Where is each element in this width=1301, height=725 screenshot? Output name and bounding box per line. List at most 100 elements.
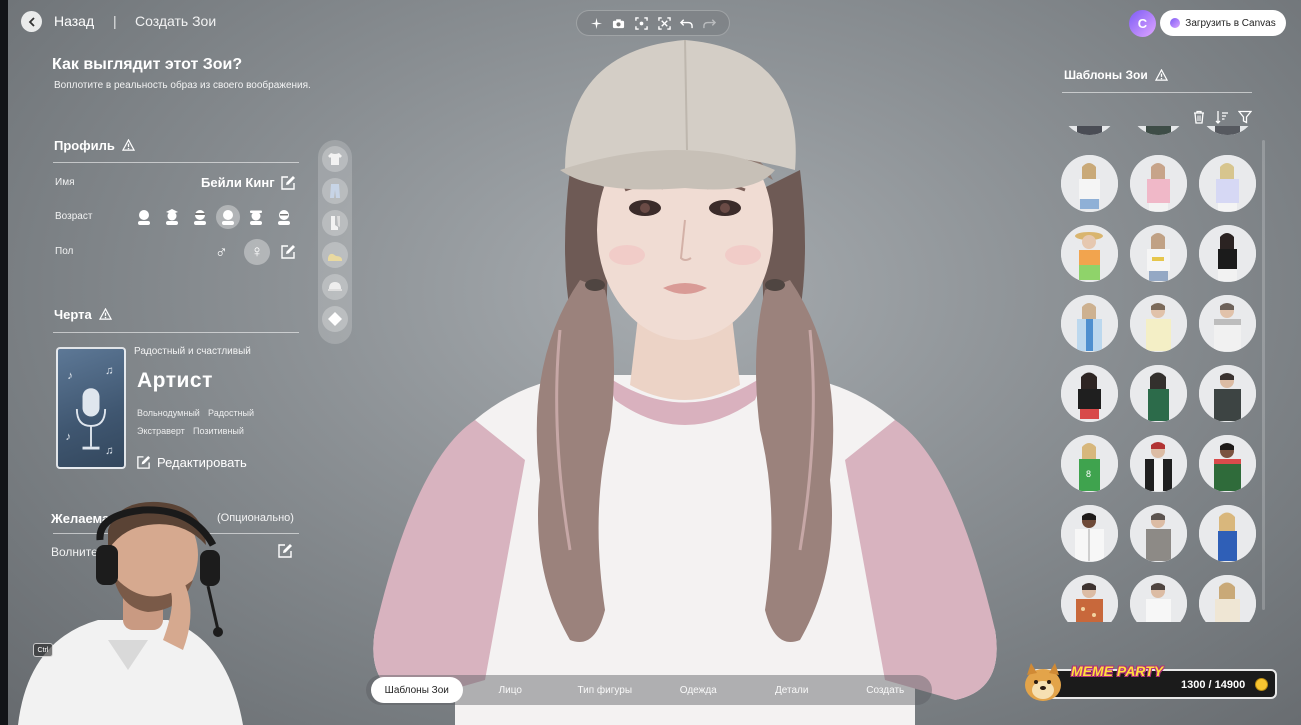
template-item[interactable] (1130, 365, 1187, 422)
templates-title-label: Шаблоны Зои (1064, 68, 1148, 82)
template-item[interactable]: 8 (1061, 435, 1118, 492)
focus-icon[interactable] (656, 15, 672, 31)
templates-grid: 8 (1061, 126, 1257, 622)
trait-tag: Позитивный (193, 426, 244, 436)
bottom-clothing-icon[interactable] (322, 178, 348, 204)
template-item[interactable] (1130, 295, 1187, 352)
canvas-icon (1170, 18, 1181, 28)
profile-section-label: Профиль (54, 138, 115, 153)
age-elder-icon[interactable] (272, 205, 296, 229)
socks-icon[interactable] (322, 210, 348, 236)
template-item[interactable] (1130, 126, 1187, 135)
doge-icon (1025, 663, 1061, 701)
edit-name-icon[interactable] (280, 175, 296, 191)
template-item[interactable] (1199, 126, 1256, 135)
window-edge (0, 0, 8, 725)
template-item[interactable] (1061, 575, 1118, 622)
template-item[interactable] (1130, 435, 1187, 492)
sort-icon[interactable] (1215, 110, 1229, 124)
warning-icon (121, 139, 135, 151)
age-label: Возраст (55, 211, 93, 222)
age-teen-icon[interactable] (188, 205, 212, 229)
sparkle-icon[interactable] (588, 15, 604, 31)
back-button[interactable] (21, 11, 42, 32)
template-item[interactable] (1061, 225, 1118, 282)
template-item[interactable] (1199, 365, 1256, 422)
top-clothing-icon[interactable] (322, 146, 348, 172)
template-item[interactable] (1199, 575, 1256, 622)
microphone-icon: ♪ ♫ ♪ ♫ (66, 365, 114, 457)
template-item[interactable] (1199, 505, 1256, 562)
tab-templates[interactable]: Шаблоны Зои (371, 677, 463, 703)
upload-canvas-label: Загрузить в Canvas (1185, 17, 1276, 29)
webcam-overlay (18, 501, 243, 725)
template-item[interactable] (1061, 505, 1118, 562)
camera-icon[interactable] (611, 15, 627, 31)
filter-icon[interactable] (1238, 110, 1252, 124)
template-item[interactable] (1199, 295, 1256, 352)
trait-section-title: Черта (54, 307, 112, 322)
template-item[interactable] (1061, 155, 1118, 212)
accessory-icon[interactable] (322, 306, 348, 332)
svg-text:♪: ♪ (66, 431, 72, 443)
tab-clothing[interactable]: Одежда (652, 677, 746, 703)
page-title: Как выглядит этот Зои? (52, 56, 243, 73)
edit-trait-label: Редактировать (157, 455, 247, 470)
template-item[interactable] (1130, 505, 1187, 562)
template-item[interactable] (1130, 575, 1187, 622)
trait-section-label: Черта (54, 307, 92, 322)
template-item[interactable] (1199, 225, 1256, 282)
category-strip (318, 140, 352, 344)
trait-name: Артист (137, 369, 213, 392)
template-item[interactable] (1199, 155, 1256, 212)
edit-gender-icon[interactable] (280, 244, 296, 260)
undo-icon[interactable] (679, 15, 695, 31)
tab-details[interactable]: Детали (745, 677, 839, 703)
templates-tools (1192, 110, 1252, 124)
tab-create[interactable]: Создать (839, 677, 933, 703)
tab-face[interactable]: Лицо (463, 677, 558, 703)
edit-life-icon[interactable] (277, 543, 293, 559)
age-adult-icon[interactable] (216, 205, 240, 229)
templates-title: Шаблоны Зои (1064, 68, 1168, 82)
svg-text:♫: ♫ (105, 445, 113, 457)
frame-icon[interactable] (634, 15, 650, 31)
trait-tag: Вольнодумный (137, 408, 200, 418)
trait-divider (53, 332, 299, 333)
trait-tag: Экстраверт (137, 426, 185, 436)
age-student-icon[interactable] (160, 205, 184, 229)
page-subtitle: Воплотите в реальность образ из своего в… (54, 80, 311, 91)
template-item[interactable] (1061, 126, 1118, 135)
breadcrumb-separator: | (113, 13, 117, 29)
name-value: Бейли Кинг (201, 175, 275, 190)
template-item[interactable] (1061, 295, 1118, 352)
view-toolbar (576, 10, 730, 36)
template-item[interactable] (1199, 435, 1256, 492)
trash-icon[interactable] (1192, 110, 1206, 124)
template-item[interactable] (1061, 365, 1118, 422)
tab-body-type[interactable]: Тип фигуры (558, 677, 652, 703)
edit-icon (137, 455, 151, 469)
hat-icon[interactable] (322, 274, 348, 300)
character-preview[interactable] (355, 30, 1015, 725)
template-item[interactable] (1130, 155, 1187, 212)
gender-label: Пол (55, 246, 74, 257)
female-icon[interactable]: ♀ (244, 239, 270, 265)
trait-tag: Радостный (208, 408, 255, 418)
age-middle-icon[interactable] (244, 205, 268, 229)
shoes-icon[interactable] (322, 242, 348, 268)
templates-scrollbar[interactable] (1262, 140, 1265, 610)
canvas-logo[interactable]: C (1129, 10, 1156, 37)
template-item[interactable] (1130, 225, 1187, 282)
male-icon[interactable]: ♂ (215, 243, 228, 263)
age-selector (132, 205, 296, 229)
back-label[interactable]: Назад (54, 13, 94, 29)
upload-canvas-button[interactable]: Загрузить в Canvas (1160, 10, 1286, 36)
trait-card[interactable]: ♪ ♫ ♪ ♫ (56, 347, 126, 469)
age-baby-icon[interactable] (132, 205, 156, 229)
svg-text:♪: ♪ (67, 370, 73, 382)
trait-subtitle: Радостный и счастливый (134, 346, 251, 357)
edit-trait-button[interactable]: Редактировать (136, 455, 247, 470)
profile-divider (53, 162, 299, 163)
redo-icon[interactable] (702, 15, 718, 31)
